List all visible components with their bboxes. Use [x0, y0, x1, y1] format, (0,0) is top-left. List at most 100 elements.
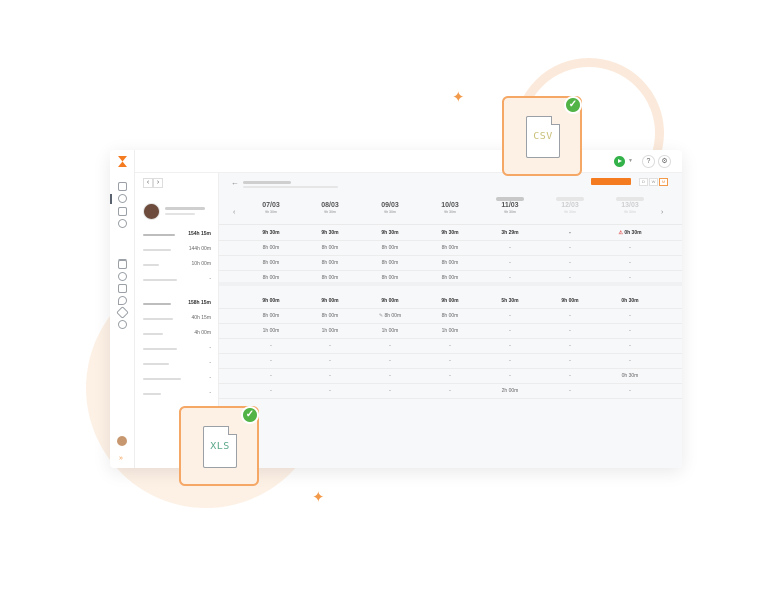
list-item[interactable]: 154h 15m: [143, 228, 211, 243]
time-cell[interactable]: -: [427, 388, 473, 394]
time-cell[interactable]: -: [307, 358, 353, 364]
view-week-button[interactable]: W: [649, 178, 658, 186]
time-cell[interactable]: 9h 30m: [367, 230, 413, 236]
time-cell[interactable]: -: [248, 373, 294, 379]
time-cell[interactable]: -: [307, 388, 353, 394]
time-cell[interactable]: -: [487, 260, 533, 266]
time-cell[interactable]: 0h 30m: [607, 373, 653, 379]
time-cell[interactable]: -: [607, 260, 653, 266]
time-cell[interactable]: -: [487, 343, 533, 349]
time-cell[interactable]: 9h 30m: [427, 230, 473, 236]
time-cell[interactable]: -: [607, 328, 653, 334]
time-cell[interactable]: 9h 00m: [547, 298, 593, 304]
time-cell[interactable]: 8h 00m: [367, 275, 413, 281]
export-button[interactable]: [591, 178, 631, 185]
list-item[interactable]: 158h 15m: [143, 297, 211, 312]
tools-button[interactable]: ⚙: [658, 155, 671, 168]
time-cell[interactable]: 8h 00m: [248, 260, 294, 266]
time-cell[interactable]: -: [307, 373, 353, 379]
time-cell[interactable]: 8h 00m: [367, 260, 413, 266]
list-item[interactable]: -: [143, 342, 211, 357]
list-item[interactable]: 144h 00m: [143, 243, 211, 258]
time-cell[interactable]: 5h 30m: [487, 298, 533, 304]
list-item[interactable]: -: [143, 387, 211, 402]
time-cell[interactable]: 9h 00m: [427, 298, 473, 304]
time-cell[interactable]: 8h 00m: [427, 245, 473, 251]
dashboard-icon[interactable]: [118, 182, 127, 191]
help-button[interactable]: ?: [642, 155, 655, 168]
time-cell[interactable]: 9h 00m: [367, 298, 413, 304]
time-cell[interactable]: 8h 00m: [248, 245, 294, 251]
time-cell[interactable]: 1h 00m: [427, 328, 473, 334]
time-cell[interactable]: 8h 00m: [367, 245, 413, 251]
expand-sidebar-icon[interactable]: »: [119, 455, 123, 462]
time-cell[interactable]: -: [487, 358, 533, 364]
time-cell[interactable]: 8h 00m: [427, 313, 473, 319]
view-day-button[interactable]: D: [639, 178, 648, 186]
time-cell[interactable]: -: [547, 358, 593, 364]
report-icon[interactable]: [118, 260, 127, 269]
time-cell[interactable]: -: [427, 343, 473, 349]
time-cell[interactable]: -: [367, 388, 413, 394]
calendar-icon[interactable]: [118, 207, 127, 216]
time-cell[interactable]: 8h 00m: [248, 313, 294, 319]
person-avatar[interactable]: [143, 203, 160, 220]
time-cell[interactable]: 9h 00m: [248, 298, 294, 304]
time-cell[interactable]: 8h 00m: [307, 260, 353, 266]
time-cell[interactable]: -: [427, 373, 473, 379]
time-cell[interactable]: 2h 00m: [487, 388, 533, 394]
list-item[interactable]: 4h 00m: [143, 327, 211, 342]
time-cell[interactable]: -: [607, 313, 653, 319]
time-cell[interactable]: -: [487, 328, 533, 334]
list-item[interactable]: -: [143, 372, 211, 387]
time-cell[interactable]: -: [547, 373, 593, 379]
time-cell[interactable]: 1h 00m: [307, 328, 353, 334]
time-cell[interactable]: 8h 00m: [427, 260, 473, 266]
time-cell[interactable]: ✎ 8h 00m: [367, 313, 413, 319]
back-arrow-icon[interactable]: ←: [231, 178, 239, 187]
time-cell[interactable]: 8h 00m: [427, 275, 473, 281]
time-cell[interactable]: -: [367, 358, 413, 364]
time-cell[interactable]: 8h 00m: [307, 245, 353, 251]
time-cell[interactable]: -: [248, 388, 294, 394]
time-cell[interactable]: -: [487, 275, 533, 281]
briefcase-icon[interactable]: [118, 284, 127, 293]
view-month-button[interactable]: M: [659, 178, 668, 186]
next-period-button[interactable]: ›: [153, 178, 163, 188]
time-cell[interactable]: 8h 00m: [307, 275, 353, 281]
time-cell[interactable]: -: [367, 373, 413, 379]
list-item[interactable]: -: [143, 273, 211, 288]
user-avatar[interactable]: [117, 436, 127, 446]
time-cell[interactable]: -: [607, 245, 653, 251]
time-cell[interactable]: 8h 00m: [248, 275, 294, 281]
time-cell[interactable]: -: [487, 313, 533, 319]
time-cell[interactable]: -: [307, 343, 353, 349]
money-icon[interactable]: [118, 272, 127, 281]
chevron-left-icon[interactable]: ‹: [233, 209, 235, 216]
time-cell[interactable]: -: [607, 358, 653, 364]
chevron-right-icon[interactable]: ›: [661, 209, 663, 216]
time-cell[interactable]: 3h 29m: [487, 230, 533, 236]
time-cell[interactable]: -: [367, 343, 413, 349]
hierarchy-icon[interactable]: [118, 320, 127, 329]
time-cell[interactable]: 9h 00m: [307, 298, 353, 304]
time-cell[interactable]: 1h 00m: [248, 328, 294, 334]
time-cell[interactable]: -: [547, 328, 593, 334]
prev-period-button[interactable]: ‹: [143, 178, 153, 188]
time-cell[interactable]: -: [487, 245, 533, 251]
time-cell[interactable]: -: [248, 343, 294, 349]
time-cell[interactable]: -: [487, 373, 533, 379]
clock-icon[interactable]: [118, 194, 127, 203]
time-cell[interactable]: -: [248, 358, 294, 364]
chevron-down-icon[interactable]: ▼: [628, 158, 633, 164]
tag-icon[interactable]: [116, 306, 129, 319]
time-cell[interactable]: -: [607, 388, 653, 394]
time-cell[interactable]: -: [547, 245, 593, 251]
time-cell[interactable]: -: [427, 358, 473, 364]
time-cell[interactable]: -: [547, 275, 593, 281]
location-icon[interactable]: [118, 296, 127, 305]
time-cell[interactable]: -: [547, 388, 593, 394]
team-icon[interactable]: [118, 219, 127, 228]
time-cell[interactable]: -: [607, 275, 653, 281]
list-item[interactable]: 10h 00m: [143, 258, 211, 273]
